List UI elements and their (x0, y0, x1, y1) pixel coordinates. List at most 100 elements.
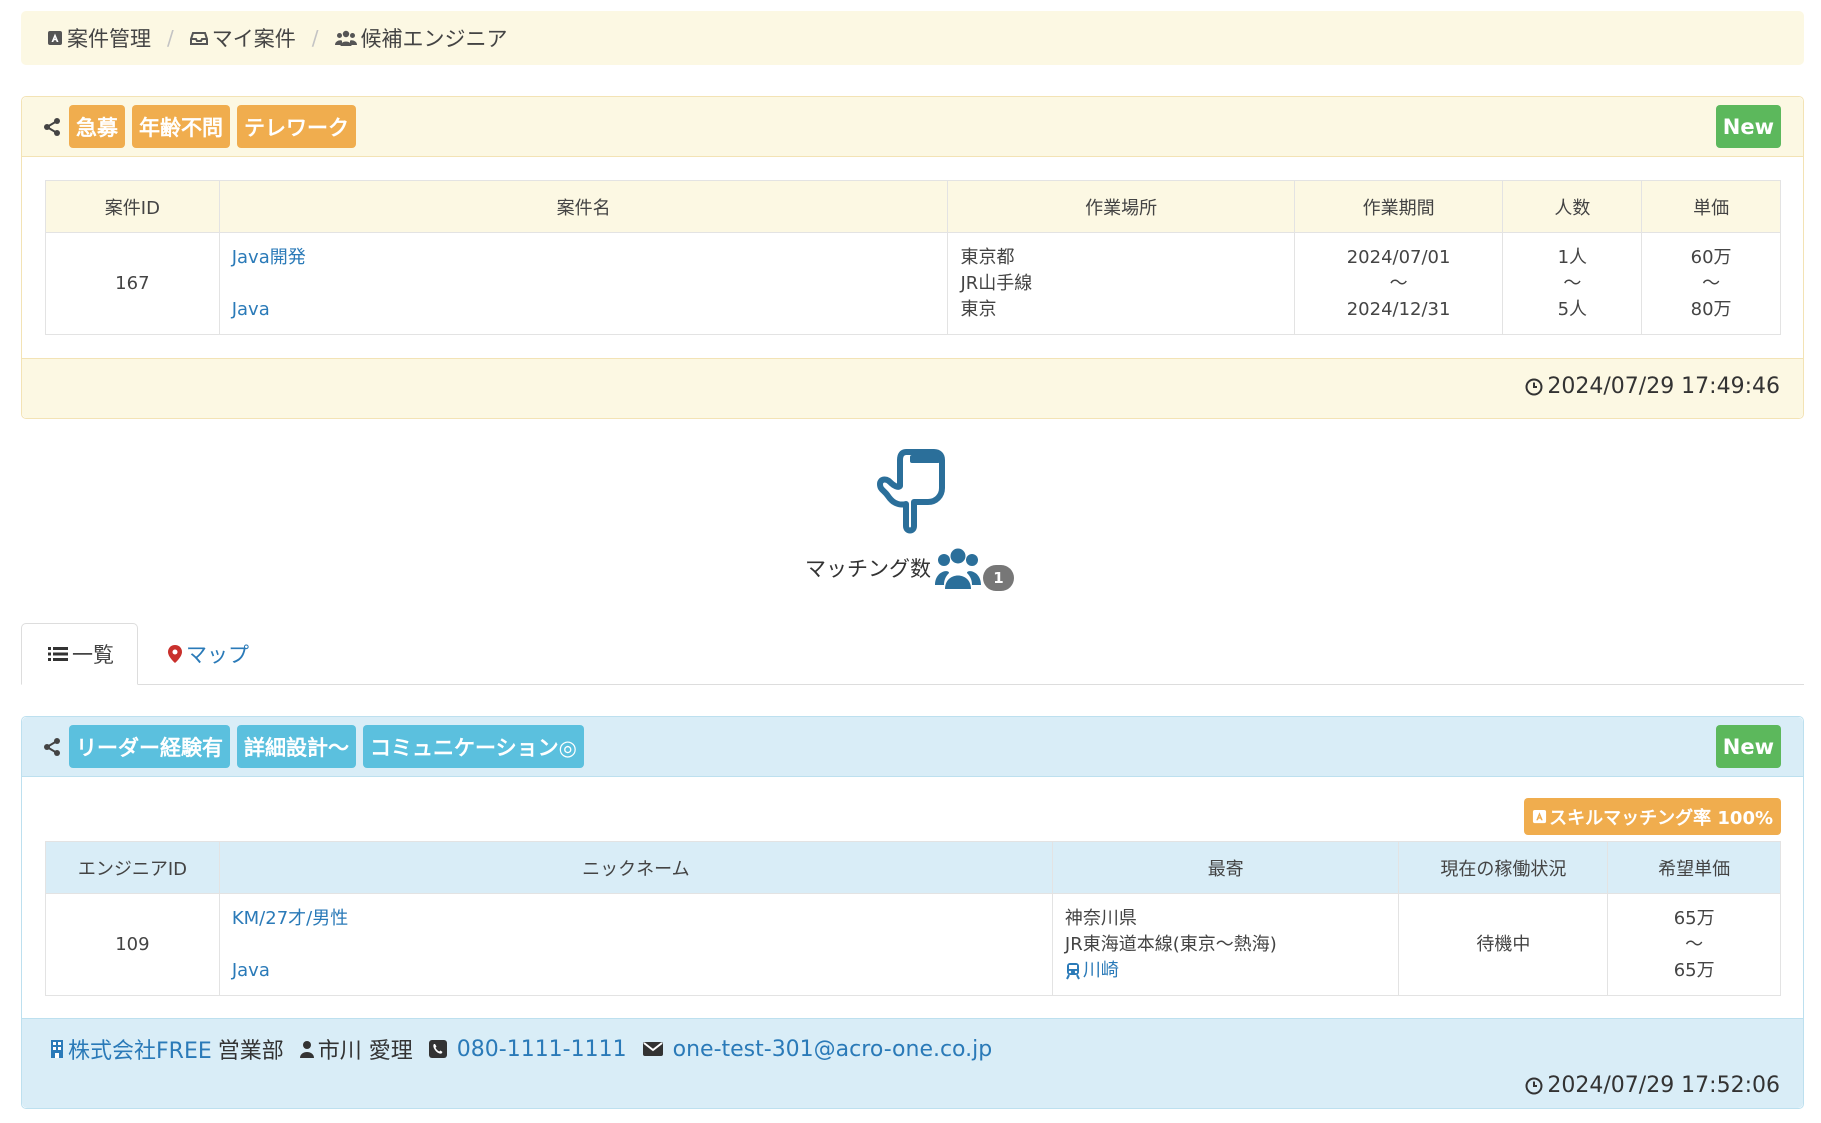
project-icon (47, 30, 63, 46)
prefecture: 神奈川県 (1064, 907, 1137, 929)
train-line: JR東海道本線(東京～熱海) (1064, 933, 1277, 955)
column-header: 単価 (1641, 180, 1781, 233)
project-name-cell: Java開発 Java (218, 232, 949, 335)
table-header-row: 案件ID 案件名 作業場所 作業期間 人数 単価 (45, 180, 1781, 233)
share-icon[interactable] (42, 117, 62, 137)
tab-label: 一覧 (72, 643, 114, 667)
price-max: 65万 (1673, 959, 1715, 981)
price-cell: 60万 ～ 80万 (1641, 232, 1781, 335)
desired-price-cell: 65万 ～ 65万 (1607, 893, 1781, 996)
work-location-cell: 東京都 JR山手線 東京 (947, 232, 1295, 335)
tag-communication: コミュニケーション◎ (363, 725, 584, 768)
prefecture: 東京都 (960, 246, 1015, 268)
column-header: 作業期間 (1293, 180, 1504, 233)
column-header: エンジニアID (45, 841, 220, 894)
company-link[interactable]: 株式会社FREE (50, 1033, 212, 1065)
work-period-cell: 2024/07/01 ～ 2024/12/31 (1293, 232, 1504, 335)
column-header: 人数 (1502, 180, 1643, 233)
skill-match-badge: スキルマッチング率 100% (1524, 798, 1781, 835)
column-header: 最寄 (1051, 841, 1400, 894)
tag-urgent: 急募 (69, 105, 125, 148)
tab-list[interactable]: 一覧 (21, 623, 138, 685)
matching-count: マッチング数 1 (805, 545, 1014, 591)
tag-age-free: 年齢不問 (132, 105, 230, 148)
inbox-icon (189, 30, 208, 46)
skill-match-text: スキルマッチング率 100% (1549, 807, 1773, 829)
matching-label: マッチング数 (805, 557, 931, 581)
project-name-link[interactable]: Java開発 (232, 245, 948, 271)
column-header: 現在の稼働状況 (1398, 841, 1609, 894)
project-card-footer: 2024/07/29 17:49:46 (22, 358, 1803, 418)
column-header: 案件名 (218, 180, 949, 233)
price-min: 60万 (1690, 246, 1732, 268)
matching-count-badge: 1 (983, 565, 1014, 591)
price-min: 65万 (1673, 907, 1715, 929)
pointing-down-hand-icon (876, 448, 950, 539)
engineer-id: 109 (45, 893, 220, 996)
column-header: ニックネーム (218, 841, 1053, 894)
people-min: 1人 (1557, 246, 1588, 268)
range-separator: ～ (1702, 272, 1721, 294)
users-icon (935, 547, 981, 589)
contact-person: 市川 愛理 (299, 1033, 413, 1065)
tab-label: マップ (186, 643, 249, 667)
breadcrumb: 案件管理 / マイ案件 / 候補エンジニア (21, 11, 1804, 65)
breadcrumb-separator: / (311, 26, 319, 50)
clock-icon (1525, 378, 1543, 396)
view-tabs: 一覧 マップ (21, 623, 1804, 685)
project-skill-link[interactable]: Java (232, 297, 948, 323)
phone-link[interactable]: 080-1111-1111 (457, 1037, 627, 1062)
breadcrumb-candidate-engineers: 候補エンジニア (334, 23, 508, 53)
range-separator: ～ (1563, 272, 1582, 294)
engineer-card: リーダー経験有 詳細設計～ コミュニケーション◎ New スキルマッチング率 1… (21, 716, 1804, 1109)
user-icon (299, 1040, 314, 1058)
envelope-icon (642, 1041, 663, 1057)
people-cell: 1人 ～ 5人 (1502, 232, 1643, 335)
project-icon (1532, 809, 1547, 824)
station-link[interactable]: 川崎 (1065, 958, 1399, 984)
tag-detailed-design: 詳細設計～ (237, 725, 356, 768)
breadcrumb-label: 案件管理 (67, 27, 151, 51)
breadcrumb-project-management[interactable]: 案件管理 (47, 23, 151, 53)
tab-map[interactable]: マップ (168, 623, 249, 685)
period-end: 2024/12/31 (1346, 298, 1451, 320)
clock-icon (1525, 1077, 1543, 1095)
breadcrumb-my-projects[interactable]: マイ案件 (189, 23, 296, 53)
users-icon (334, 30, 357, 46)
train-icon (1065, 962, 1081, 980)
work-status: 待機中 (1398, 893, 1609, 996)
period-start: 2024/07/01 (1346, 246, 1451, 268)
new-badge: New (1715, 105, 1781, 148)
engineer-timestamp: 2024/07/29 17:52:06 (1525, 1073, 1780, 1098)
project-card-header: 急募 年齢不問 テレワーク New (22, 97, 1803, 157)
timestamp-text: 2024/07/29 17:52:06 (1547, 1073, 1780, 1098)
table-row: 109 KM/27才/男性 Java 神奈川県 JR東海道本線(東京～熱海) 川… (45, 893, 1781, 996)
project-card: 急募 年齢不問 テレワーク New 案件ID 案件名 作業場所 作業期間 人数 … (21, 96, 1804, 419)
email: one-test-301@acro-one.co.jp (642, 1037, 993, 1062)
price-max: 80万 (1690, 298, 1732, 320)
engineer-table: エンジニアID ニックネーム 最寄 現在の稼働状況 希望単価 109 KM/27… (45, 841, 1781, 996)
people-max: 5人 (1557, 298, 1588, 320)
nearest-station-cell: 神奈川県 JR東海道本線(東京～熱海) 川崎 (1051, 893, 1400, 996)
share-icon[interactable] (42, 737, 62, 757)
engineer-skill-link[interactable]: Java (232, 958, 1052, 984)
train-line: JR山手線 (960, 272, 1033, 294)
column-header: 希望単価 (1607, 841, 1781, 894)
column-header: 作業場所 (947, 180, 1295, 233)
phone-icon (428, 1040, 447, 1058)
department: 営業部 (217, 1039, 284, 1064)
map-marker-icon (168, 645, 182, 663)
range-separator: ～ (1685, 933, 1704, 955)
engineer-card-footer: 株式会社FREE 営業部 市川 愛理 080-1111-1111 one-tes… (22, 1018, 1803, 1108)
engineer-nickname-link[interactable]: KM/27才/男性 (232, 906, 1052, 932)
nickname-cell: KM/27才/男性 Java (218, 893, 1053, 996)
email-link[interactable]: one-test-301@acro-one.co.jp (673, 1037, 993, 1062)
contact-info: 株式会社FREE 営業部 市川 愛理 080-1111-1111 one-tes… (50, 1033, 1008, 1065)
phone: 080-1111-1111 (428, 1037, 627, 1062)
range-separator: ～ (1389, 272, 1408, 294)
table-header-row: エンジニアID ニックネーム 最寄 現在の稼働状況 希望単価 (45, 841, 1781, 894)
project-timestamp: 2024/07/29 17:49:46 (1525, 374, 1780, 399)
project-table: 案件ID 案件名 作業場所 作業期間 人数 単価 167 Java開発 Java… (45, 180, 1781, 335)
station-name: 川崎 (1082, 959, 1119, 981)
breadcrumb-label: マイ案件 (211, 27, 296, 51)
